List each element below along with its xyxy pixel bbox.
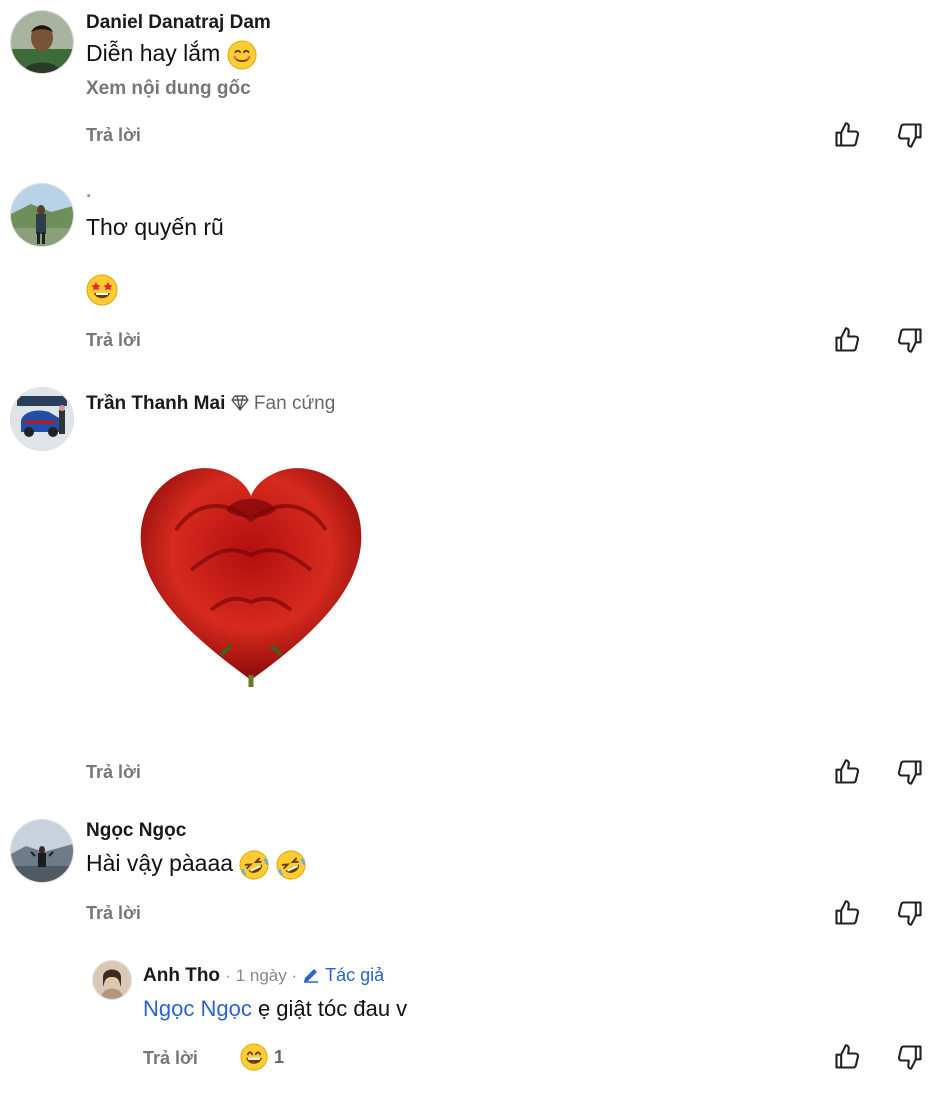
reply-author-name[interactable]: Anh Tho: [143, 965, 220, 986]
thumbs-up-icon[interactable]: [833, 899, 861, 927]
thumbs-down-icon[interactable]: [896, 121, 924, 149]
thumbs-up-icon[interactable]: [833, 326, 861, 354]
reply-time: · 1 ngày ·: [225, 966, 298, 985]
reply-author-line: Anh Tho · 1 ngày · Tác giả: [143, 965, 384, 987]
thumbs-up-icon[interactable]: [833, 758, 861, 786]
reply-button[interactable]: Trả lời: [86, 330, 141, 351]
rolling-laughing-emoji-icon: [239, 850, 269, 880]
comment-text-content: Hài vậy pàaaa: [86, 850, 234, 877]
thumbs-down-icon[interactable]: [896, 1043, 924, 1071]
comment-text: Hài vậy pàaaa: [86, 850, 306, 880]
author-tag: Tác giả: [302, 965, 384, 985]
comment-text: Thơ quyến rũ: [86, 214, 224, 240]
commenter-name[interactable]: Daniel Danatraj Dam: [86, 12, 271, 34]
pencil-icon: [304, 969, 319, 983]
reaction-summary[interactable]: 1: [240, 1043, 284, 1071]
avatar[interactable]: [92, 960, 132, 1000]
reply-button[interactable]: Trả lời: [86, 125, 141, 146]
commenter-name[interactable]: Trần Thanh Mai Fan cứng: [86, 393, 335, 415]
fan-badge: Fan cứng: [230, 393, 336, 414]
rose-heart-sticker: [136, 450, 366, 700]
commenter-name[interactable]: ·: [86, 186, 92, 208]
thumbs-down-icon[interactable]: [896, 326, 924, 354]
thumbs-up-icon[interactable]: [833, 121, 861, 149]
reply-button[interactable]: Trả lời: [143, 1048, 198, 1069]
commenter-name-text: Trần Thanh Mai: [86, 393, 226, 414]
commenter-name[interactable]: Ngọc Ngọc: [86, 820, 186, 842]
avatar[interactable]: [10, 819, 74, 883]
reply-button[interactable]: Trả lời: [86, 762, 141, 783]
star-struck-emoji-icon: [86, 274, 118, 306]
comment-text: Diễn hay lắm: [86, 40, 257, 70]
smiling-face-emoji-icon: [227, 40, 257, 70]
reaction-count: 1: [274, 1046, 285, 1067]
see-original-link[interactable]: Xem nội dung gốc: [86, 78, 251, 100]
grinning-emoji-icon: [240, 1043, 268, 1071]
reply-text-content: ẹ giật tóc đau v: [251, 996, 408, 1021]
reply-button[interactable]: Trả lời: [86, 903, 141, 924]
fan-badge-label: Fan cứng: [253, 393, 336, 414]
comment-text-content: Diễn hay lắm: [86, 40, 221, 67]
reply-text: Ngọc Ngọc ẹ giật tóc đau v: [143, 996, 407, 1022]
avatar[interactable]: [10, 183, 74, 247]
avatar[interactable]: [10, 387, 74, 451]
rolling-laughing-emoji-icon: [276, 850, 306, 880]
thumbs-down-icon[interactable]: [896, 758, 924, 786]
thumbs-up-icon[interactable]: [833, 1043, 861, 1071]
author-tag-label: Tác giả: [325, 965, 385, 985]
diamond-icon: [230, 395, 249, 411]
mention-link[interactable]: Ngọc Ngọc: [143, 996, 252, 1021]
avatar[interactable]: [10, 10, 74, 74]
thumbs-down-icon[interactable]: [896, 899, 924, 927]
